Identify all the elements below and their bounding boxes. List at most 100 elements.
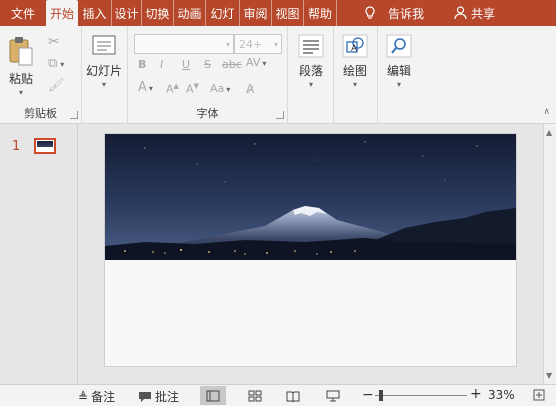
person-icon — [454, 6, 467, 20]
tab-design[interactable]: 设计 — [112, 0, 142, 26]
grow-font-icon: A▲ — [166, 82, 179, 96]
zoom-percent[interactable]: 33% — [488, 388, 515, 402]
underline-button[interactable]: U — [182, 58, 190, 71]
fit-window-icon — [533, 389, 545, 401]
tab-insert[interactable]: 插入 — [78, 0, 112, 26]
comment-icon — [139, 391, 151, 402]
tab-transitions[interactable]: 切换 — [142, 0, 174, 26]
slide-sorter-view-button[interactable] — [242, 386, 268, 405]
share-label: 共享 — [471, 6, 496, 21]
tab-view[interactable]: 视图 — [272, 0, 304, 26]
tab-slideshow[interactable]: 幻灯 — [206, 0, 240, 26]
slide-editing-area — [79, 124, 543, 384]
chevron-down-icon: ▾ — [148, 83, 153, 93]
book-icon — [286, 391, 300, 402]
copy-icon: ⧉ — [48, 56, 58, 71]
notes-icon: ≜ — [78, 389, 89, 404]
notes-label: 备注 — [91, 390, 116, 404]
slide-thumbnail[interactable] — [34, 138, 56, 154]
cut-button[interactable]: ✂ — [48, 34, 60, 50]
font-name-select[interactable]: ▾ — [134, 34, 234, 54]
slide-photo-mountain[interactable] — [105, 134, 516, 260]
tab-review[interactable]: 审阅 — [240, 0, 272, 26]
normal-view-icon — [206, 390, 220, 401]
strikethrough-button[interactable]: abc — [222, 58, 242, 71]
font-size-value: 24+ — [239, 37, 263, 51]
presentation-icon — [326, 390, 340, 401]
status-bar: ≜ 备注 批注 − + 33% — [0, 384, 556, 406]
new-slide-icon — [92, 35, 116, 55]
comments-button[interactable]: 批注 — [138, 388, 179, 405]
tab-file[interactable]: 文件 — [0, 0, 46, 26]
share-button[interactable]: 共享 — [446, 0, 516, 26]
format-painter-button[interactable]: 🖌 — [48, 78, 65, 93]
tab-animations[interactable]: 动画 — [174, 0, 206, 26]
drawing-button[interactable]: A 绘图 ▾ — [342, 34, 368, 89]
paragraph-group: 段落 ▾ — [288, 26, 334, 124]
brush-icon: 🖌 — [48, 78, 65, 93]
shrink-font-icon: A▼ — [186, 82, 199, 96]
zoom-slider-track[interactable] — [375, 395, 467, 396]
tell-me-box[interactable]: 告诉我 — [356, 0, 446, 26]
font-group-label: 字体 — [196, 107, 219, 120]
normal-view-button[interactable] — [200, 386, 226, 405]
tab-home[interactable]: 开始 — [46, 0, 78, 26]
notes-button[interactable]: ≜ 备注 — [78, 388, 115, 405]
clear-format-button[interactable]: A̷ — [246, 82, 254, 96]
grid-view-icon — [248, 390, 262, 401]
char-spacing-button[interactable]: AV ▾ — [246, 56, 266, 69]
slide-thumbnail-pane: 1 — [0, 124, 78, 384]
chevron-down-icon: ▾ — [396, 80, 401, 89]
copy-button[interactable]: ⧉ ▾ — [48, 56, 64, 71]
shrink-font-button[interactable]: A▼ — [186, 82, 199, 96]
lightbulb-icon — [365, 6, 375, 19]
paragraph-icon — [298, 34, 324, 58]
shapes-icon: A — [342, 34, 368, 58]
search-icon — [386, 34, 412, 58]
new-slide-label: 幻灯片 — [86, 64, 123, 78]
new-slide-button[interactable]: 幻灯片 ▾ — [86, 34, 122, 89]
editing-group: 编辑 ▾ — [378, 26, 422, 124]
clipboard-group-label: 剪贴板 — [24, 107, 57, 120]
zoom-out-button[interactable]: − — [362, 387, 374, 403]
chevron-down-icon: ▾ — [18, 88, 23, 97]
chevron-down-icon: ▾ — [102, 80, 107, 89]
reading-view-button[interactable] — [280, 386, 306, 405]
chevron-down-icon: ▾ — [273, 40, 278, 49]
font-color-button[interactable]: A ▾ — [138, 80, 153, 95]
slideshow-view-button[interactable] — [320, 386, 346, 405]
collapse-ribbon-icon[interactable]: ∧ — [543, 107, 550, 117]
drawing-label: 绘图 — [342, 64, 367, 78]
zoom-in-button[interactable]: + — [470, 386, 482, 402]
editing-button[interactable]: 编辑 ▾ — [386, 34, 412, 89]
slide[interactable] — [104, 133, 517, 367]
tab-help[interactable]: 帮助 — [304, 0, 336, 26]
ribbon-tab-bar: 文件 开始 插入 设计 切换 动画 幻灯 审阅 视图 帮助 告诉我 共享 — [0, 0, 556, 26]
change-case-label: Aa — [210, 82, 225, 95]
change-case-button[interactable]: Aa ▾ — [210, 82, 230, 95]
italic-button[interactable]: I — [160, 58, 163, 71]
editing-label: 编辑 — [386, 64, 411, 78]
scroll-down-icon[interactable]: ▼ — [546, 371, 552, 380]
grow-font-button[interactable]: A▲ — [166, 82, 179, 96]
chevron-down-icon: ▾ — [60, 59, 65, 69]
paste-button[interactable]: 粘贴 ▾ — [8, 36, 34, 97]
zoom-slider-thumb[interactable] — [379, 390, 383, 401]
clipboard-dialog-launcher[interactable] — [70, 111, 78, 119]
thumbnail-image — [37, 141, 53, 147]
tab-separator — [336, 0, 356, 26]
shadow-button[interactable]: S — [204, 58, 211, 71]
ribbon: 粘贴 ▾ ✂ ⧉ ▾ 🖌 剪贴板 幻灯片 ▾ ▾ 24+ ▾ B I U S a… — [0, 26, 556, 124]
clipboard-group: 粘贴 ▾ ✂ ⧉ ▾ 🖌 剪贴板 — [0, 26, 82, 124]
vertical-scrollbar[interactable]: ▲ ▼ — [543, 124, 556, 384]
font-size-select[interactable]: 24+ ▾ — [234, 34, 282, 54]
eraser-icon: A̷ — [246, 82, 255, 96]
paragraph-button[interactable]: 段落 ▾ — [298, 34, 324, 89]
chevron-down-icon: ▾ — [262, 58, 267, 68]
slide-number: 1 — [12, 139, 21, 154]
fit-to-window-button[interactable] — [532, 388, 546, 402]
drawing-group: A 绘图 ▾ — [334, 26, 378, 124]
scroll-up-icon[interactable]: ▲ — [546, 128, 552, 137]
font-dialog-launcher[interactable] — [276, 111, 284, 119]
bold-button[interactable]: B — [138, 58, 146, 71]
